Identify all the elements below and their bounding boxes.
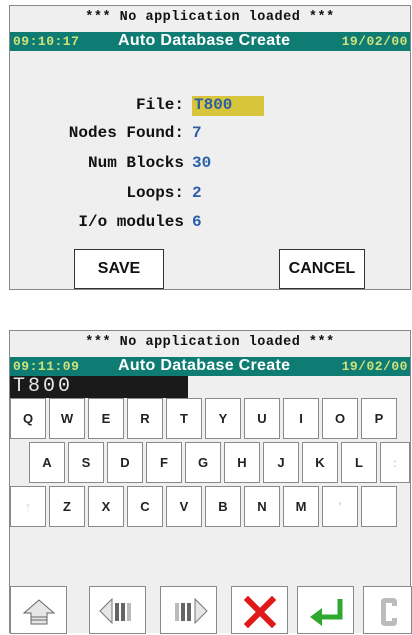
nodes-label: Nodes Found: xyxy=(68,124,184,142)
key-m[interactable]: M xyxy=(283,486,319,527)
status-line: *** No application loaded *** xyxy=(10,6,410,32)
key-h[interactable]: H xyxy=(224,442,260,483)
page-title: Auto Database Create xyxy=(118,32,291,49)
key-c[interactable]: C xyxy=(127,486,163,527)
cancel-entry-button[interactable] xyxy=(231,586,288,634)
key-v[interactable]: V xyxy=(166,486,202,527)
enter-button[interactable] xyxy=(297,586,354,634)
shift-lock-button[interactable] xyxy=(10,586,67,634)
file-row: File: T800 xyxy=(10,96,410,120)
key-r[interactable]: R xyxy=(127,398,163,439)
database-summary-panel: *** No application loaded *** 09:10:17 A… xyxy=(9,5,411,290)
key-a[interactable]: A xyxy=(29,442,65,483)
io-modules-row: I/o modules 6 xyxy=(10,213,410,237)
cursor-right-button[interactable] xyxy=(160,586,217,634)
key-shift[interactable]: ↑ xyxy=(10,486,46,527)
key-apostrophe[interactable]: ' xyxy=(322,486,358,527)
key-o[interactable]: O xyxy=(322,398,358,439)
cursor-left-icon xyxy=(99,597,131,625)
keyboard-panel: *** No application loaded *** 09:11:09 A… xyxy=(9,330,412,634)
text-entry-field[interactable]: T800 xyxy=(10,376,188,398)
io-modules-value: 6 xyxy=(192,213,202,231)
loops-row: Loops: 2 xyxy=(10,184,410,208)
cursor-left-button[interactable] xyxy=(89,586,146,634)
key-t[interactable]: T xyxy=(166,398,202,439)
key-colon[interactable]: : xyxy=(380,442,410,483)
key-p[interactable]: P xyxy=(361,398,397,439)
key-x[interactable]: X xyxy=(88,486,124,527)
title-bar: 09:11:09 Auto Database Create 19/02/00 xyxy=(10,357,410,376)
key-s[interactable]: S xyxy=(68,442,104,483)
key-w[interactable]: W xyxy=(49,398,85,439)
key-g[interactable]: G xyxy=(185,442,221,483)
key-k[interactable]: K xyxy=(302,442,338,483)
key-y[interactable]: Y xyxy=(205,398,241,439)
title-bar: 09:10:17 Auto Database Create 19/02/00 xyxy=(10,32,410,51)
blocks-row: Num Blocks 30 xyxy=(10,154,410,178)
key-n[interactable]: N xyxy=(244,486,280,527)
nodes-value: 7 xyxy=(192,124,202,142)
key-u[interactable]: U xyxy=(244,398,280,439)
blocks-label: Num Blocks xyxy=(87,154,184,172)
save-button[interactable]: SAVE xyxy=(74,249,164,289)
cursor-right-icon xyxy=(175,597,208,625)
loops-value: 2 xyxy=(192,184,202,202)
clear-button[interactable] xyxy=(363,586,412,634)
clock: 09:10:17 xyxy=(13,34,80,49)
io-modules-label: I/o modules xyxy=(78,213,184,231)
cancel-button[interactable]: CANCEL xyxy=(279,249,365,289)
key-f[interactable]: F xyxy=(146,442,182,483)
key-d[interactable]: D xyxy=(107,442,143,483)
clock: 09:11:09 xyxy=(13,359,80,374)
nodes-row: Nodes Found: 7 xyxy=(10,124,410,148)
file-value-field[interactable]: T800 xyxy=(192,96,264,116)
key-blank[interactable] xyxy=(361,486,397,527)
clear-c-icon xyxy=(381,598,397,626)
key-l[interactable]: L xyxy=(341,442,377,483)
file-label: File: xyxy=(135,96,184,114)
blocks-value: 30 xyxy=(192,154,212,172)
key-i[interactable]: I xyxy=(283,398,319,439)
enter-icon xyxy=(310,599,343,626)
cancel-x-icon xyxy=(243,595,277,629)
key-b[interactable]: B xyxy=(205,486,241,527)
shift-lock-icon xyxy=(22,599,56,625)
loops-label: Loops: xyxy=(126,184,184,202)
status-line: *** No application loaded *** xyxy=(10,331,410,357)
key-z[interactable]: Z xyxy=(49,486,85,527)
date: 19/02/00 xyxy=(341,359,408,374)
key-q[interactable]: Q xyxy=(10,398,46,439)
page-title: Auto Database Create xyxy=(118,357,291,374)
key-j[interactable]: J xyxy=(263,442,299,483)
key-e[interactable]: E xyxy=(88,398,124,439)
date: 19/02/00 xyxy=(341,34,408,49)
